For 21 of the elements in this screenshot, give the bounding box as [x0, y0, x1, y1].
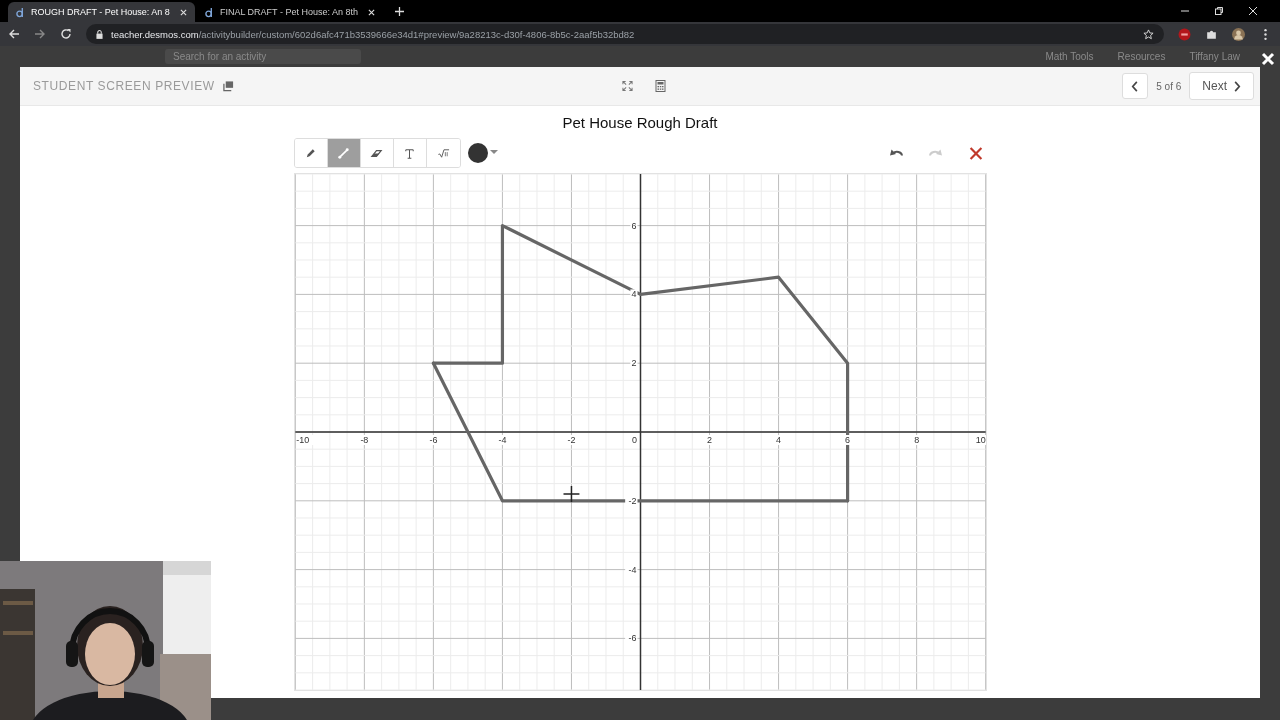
axis-tick-label: 0 [631, 434, 637, 445]
axis-tick-label: 2 [631, 358, 636, 369]
axis-tick-label: 4 [631, 289, 636, 300]
axis-tick-label: -4 [628, 564, 636, 575]
axis-tick-label: -8 [359, 434, 368, 445]
page-indicator: 5 of 6 [1156, 80, 1182, 92]
axis-tick-label: -10 [295, 434, 309, 445]
axis-tick-label: -4 [497, 434, 506, 445]
preview-title: STUDENT SCREEN PREVIEW [33, 79, 215, 93]
axis-tick-label: -6 [428, 434, 437, 445]
axis-tick-label: 4 [775, 434, 781, 445]
axis-tick-label: 10 [975, 434, 986, 445]
screen-title: Pet House Rough Draft [562, 114, 718, 132]
axis-tick-label: 6 [844, 434, 850, 445]
axis-tick-label: 2 [706, 434, 712, 445]
axis-tick-label: -2 [567, 434, 575, 445]
axis-tick-label: -6 [628, 633, 636, 644]
axis-tick-label: 6 [631, 220, 636, 231]
axis-tick-label: -2 [628, 495, 636, 506]
axis-tick-label: 8 [913, 434, 919, 445]
url-text: teacher.desmos.com/activitybuilder/custom/602d6afc471b3539666e34d1#preview/9a28213c-d30f-4806-8b5c-2aaf5b32bd82 [111, 28, 635, 40]
